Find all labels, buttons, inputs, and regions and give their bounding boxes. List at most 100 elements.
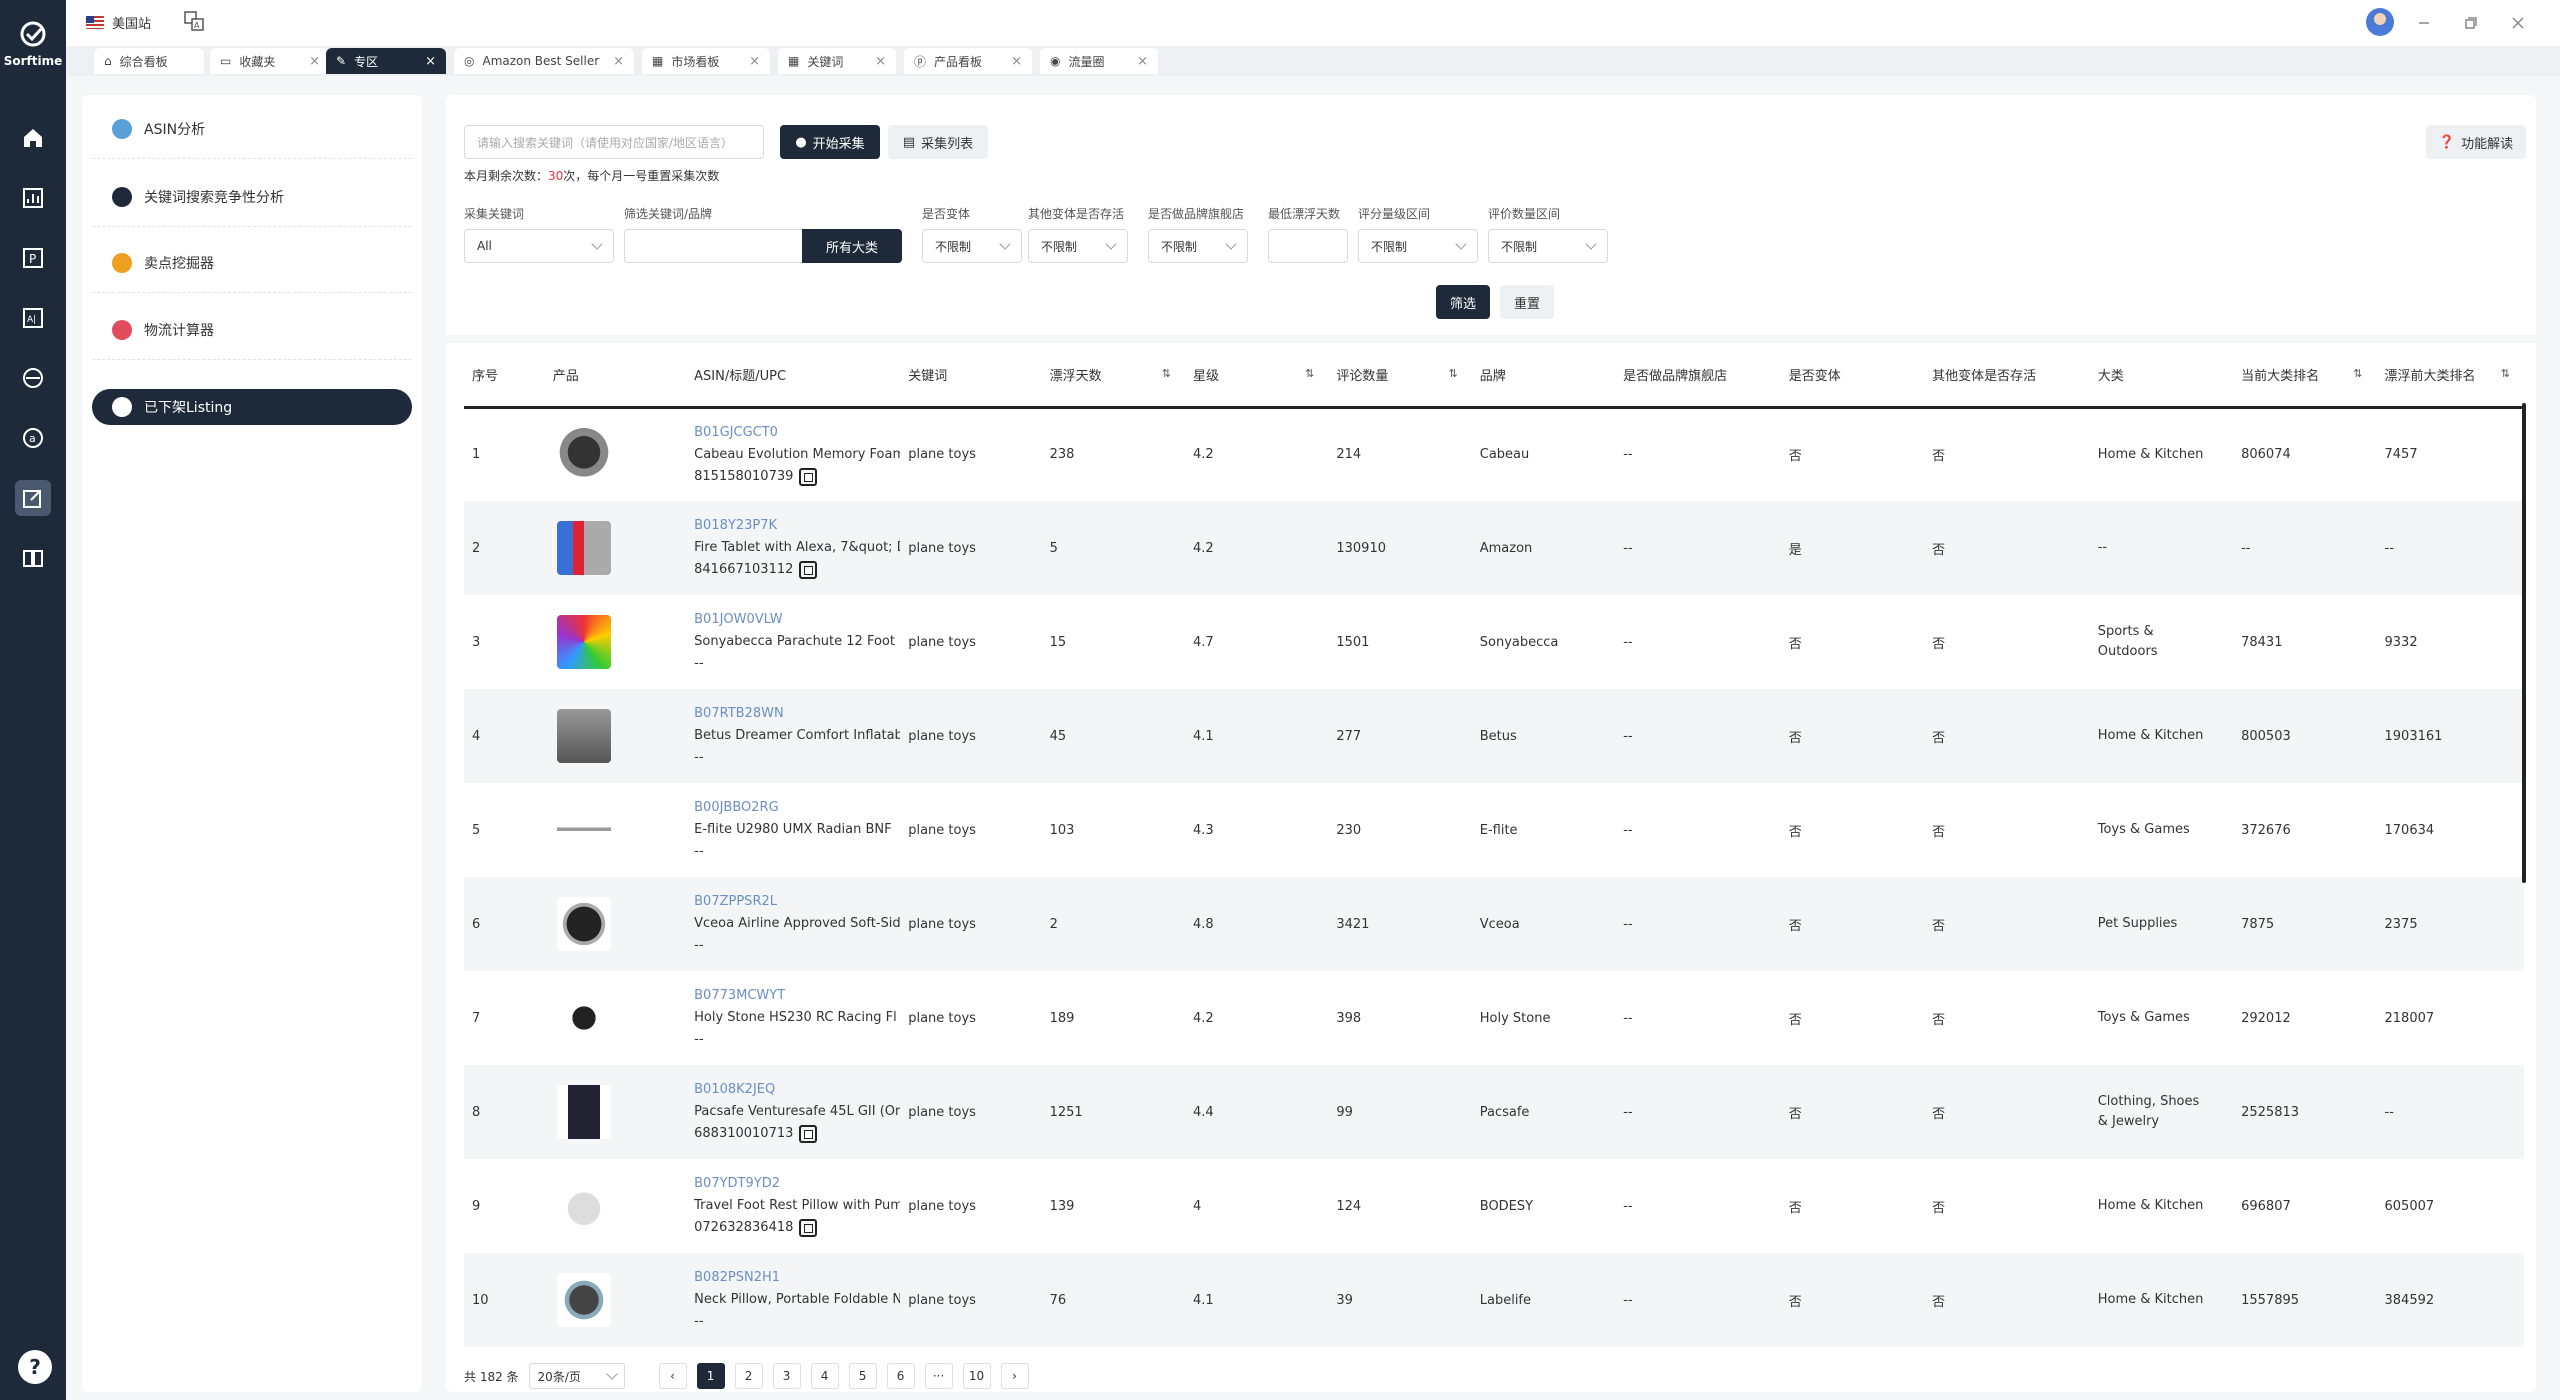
user-avatar[interactable] bbox=[2366, 8, 2394, 36]
asin-link[interactable]: B01GJCGCT0 bbox=[694, 422, 900, 444]
next-page-button[interactable]: › bbox=[1000, 1363, 1029, 1389]
nav-edit-icon[interactable] bbox=[15, 480, 51, 516]
cell-product[interactable] bbox=[545, 783, 686, 877]
product-image[interactable] bbox=[556, 991, 611, 1045]
asin-link[interactable]: B07YDT9YD2 bbox=[694, 1173, 900, 1195]
page-button[interactable]: 4 bbox=[810, 1363, 839, 1389]
translate-icon[interactable]: A bbox=[184, 11, 204, 35]
product-image[interactable] bbox=[556, 427, 611, 482]
table-row[interactable]: 4 B07RTB28WN Betus Dreamer Comfort Inflata… bbox=[464, 689, 2524, 783]
menu-delisted-listing[interactable]: 已下架Listing bbox=[92, 389, 412, 425]
product-image[interactable] bbox=[556, 1273, 611, 1327]
cell-product[interactable] bbox=[545, 971, 686, 1065]
close-tab-icon[interactable]: × bbox=[1137, 54, 1148, 69]
tab-product[interactable]: ⓟ 产品看板 × bbox=[904, 48, 1032, 74]
tab-zone[interactable]: ✎ 专区 × bbox=[326, 48, 446, 74]
table-row[interactable]: 2 B018Y23P7K Fire Tablet with Alexa, 7&quo… bbox=[464, 501, 2524, 595]
asin-link[interactable]: B07RTB28WN bbox=[694, 703, 900, 725]
search-input[interactable]: 请输入搜索关键词（请使用对应国家/地区语言） bbox=[464, 125, 764, 159]
table-row[interactable]: 8 B0108K2JEQ Pacsafe Venturesafe 45L GII (… bbox=[464, 1065, 2524, 1159]
asin-link[interactable]: B01JOW0VLW bbox=[694, 609, 900, 631]
page-button[interactable]: 2 bbox=[734, 1363, 763, 1389]
product-image[interactable] bbox=[556, 709, 611, 763]
close-tab-icon[interactable]: × bbox=[1011, 54, 1022, 69]
asin-link[interactable]: B0773MCWYT bbox=[694, 985, 900, 1007]
other-variant-select[interactable]: 不限制 bbox=[1028, 229, 1128, 263]
page-button[interactable]: 5 bbox=[848, 1363, 877, 1389]
cell-product[interactable] bbox=[545, 407, 686, 501]
nav-book-icon[interactable] bbox=[15, 540, 51, 576]
page-button[interactable]: ··· bbox=[924, 1363, 953, 1389]
col-reviews[interactable]: 评论数量 ⇅ bbox=[1328, 343, 1472, 409]
table-row[interactable]: 1 B01GJCGCT0 Cabeau Evolution Memory Foam 8… bbox=[464, 407, 2524, 501]
nav-product-icon[interactable]: P bbox=[15, 240, 51, 276]
tab-amazon-best-seller[interactable]: ◎ Amazon Best Seller × bbox=[454, 48, 634, 74]
copy-icon[interactable] bbox=[799, 1125, 818, 1143]
cell-product[interactable] bbox=[544, 1065, 687, 1159]
copy-icon[interactable] bbox=[799, 467, 818, 486]
keyword-select[interactable]: All bbox=[464, 229, 614, 263]
rating-select[interactable]: 不限制 bbox=[1358, 229, 1478, 263]
col-rank[interactable]: 当前大类排名 ⇅ bbox=[2233, 343, 2377, 409]
tab-keyword[interactable]: ▦ 关键词 × bbox=[778, 48, 896, 74]
close-tab-icon[interactable]: × bbox=[749, 54, 760, 69]
cell-product[interactable] bbox=[544, 1253, 687, 1347]
product-image[interactable] bbox=[556, 615, 611, 669]
product-image[interactable] bbox=[556, 803, 611, 857]
cell-product[interactable] bbox=[545, 595, 686, 689]
restore-icon[interactable] bbox=[2458, 10, 2484, 36]
start-collect-button[interactable]: ● 开始采集 bbox=[780, 125, 880, 159]
feature-help-button[interactable]: ❓ 功能解读 bbox=[2426, 125, 2526, 159]
page-size-select[interactable]: 20条/页 bbox=[528, 1363, 625, 1389]
tab-favorites[interactable]: ▭ 收藏夹 × bbox=[210, 48, 330, 74]
table-row[interactable]: 5 B00JBBO2RG E-flite U2980 UMX Radian BNF -… bbox=[464, 783, 2524, 877]
close-window-icon[interactable] bbox=[2505, 10, 2531, 36]
region-selector[interactable]: 美国站 bbox=[86, 13, 151, 32]
asin-link[interactable]: B0108K2JEQ bbox=[694, 1079, 900, 1101]
brand-input[interactable] bbox=[624, 229, 804, 263]
page-button[interactable]: 1 bbox=[696, 1363, 725, 1389]
menu-keyword-competition[interactable]: 关键词搜索竞争性分析 bbox=[92, 167, 412, 227]
nav-keyword-icon[interactable]: A| bbox=[15, 300, 51, 336]
product-image[interactable] bbox=[556, 1179, 611, 1233]
flagship-select[interactable]: 不限制 bbox=[1148, 229, 1248, 263]
category-button[interactable]: 所有大类 bbox=[802, 229, 902, 263]
asin-link[interactable]: B082PSN2H1 bbox=[694, 1267, 900, 1289]
col-days[interactable]: 漂浮天数 ⇅ bbox=[1041, 343, 1185, 409]
reviews-select[interactable]: 不限制 bbox=[1488, 229, 1608, 263]
table-row[interactable]: 6 B07ZPPSR2L Vceoa Airline Approved Soft-S… bbox=[464, 877, 2524, 971]
asin-link[interactable]: B07ZPPSR2L bbox=[694, 891, 900, 913]
page-button[interactable]: 10 bbox=[962, 1363, 991, 1389]
menu-selling-point[interactable]: 卖点挖掘器 bbox=[92, 233, 412, 293]
filter-button[interactable]: 筛选 bbox=[1436, 285, 1490, 319]
collect-list-button[interactable]: ▤ 采集列表 bbox=[888, 125, 988, 159]
cell-product[interactable] bbox=[544, 501, 687, 595]
copy-icon[interactable] bbox=[799, 561, 818, 579]
nav-chart-icon[interactable] bbox=[15, 180, 51, 216]
asin-link[interactable]: B018Y23P7K bbox=[694, 515, 900, 537]
reset-button[interactable]: 重置 bbox=[1500, 285, 1554, 319]
prev-page-button[interactable]: ‹ bbox=[658, 1363, 687, 1389]
product-image[interactable] bbox=[556, 897, 611, 951]
asin-link[interactable]: B00JBBO2RG bbox=[694, 797, 900, 819]
help-icon[interactable]: ? bbox=[18, 1350, 52, 1384]
col-prev-rank[interactable]: 漂浮前大类排名 ⇅ bbox=[2376, 343, 2524, 409]
cell-product[interactable] bbox=[545, 1159, 686, 1253]
tab-market[interactable]: ▦ 市场看板 × bbox=[642, 48, 770, 74]
page-button[interactable]: 6 bbox=[886, 1363, 915, 1389]
variant-select[interactable]: 不限制 bbox=[922, 229, 1022, 263]
tab-overview[interactable]: ⌂ 综合看板 bbox=[94, 48, 204, 74]
menu-logistics-calculator[interactable]: 物流计算器 bbox=[92, 300, 412, 360]
table-row[interactable]: 3 B01JOW0VLW Sonyabecca Parachute 12 Foot -… bbox=[464, 595, 2524, 689]
product-image[interactable] bbox=[556, 521, 611, 575]
cell-product[interactable] bbox=[544, 877, 687, 971]
close-tab-icon[interactable]: × bbox=[875, 54, 886, 69]
col-stars[interactable]: 星级 ⇅ bbox=[1184, 343, 1329, 409]
close-tab-icon[interactable]: × bbox=[425, 54, 436, 69]
table-row[interactable]: 7 B0773MCWYT Holy Stone HS230 RC Racing Fl… bbox=[464, 971, 2524, 1065]
close-tab-icon[interactable]: × bbox=[309, 54, 320, 69]
close-tab-icon[interactable]: × bbox=[613, 54, 624, 69]
cell-product[interactable] bbox=[544, 689, 687, 783]
nav-target-icon[interactable] bbox=[15, 360, 51, 396]
menu-asin-analysis[interactable]: ASIN分析 bbox=[92, 99, 412, 159]
